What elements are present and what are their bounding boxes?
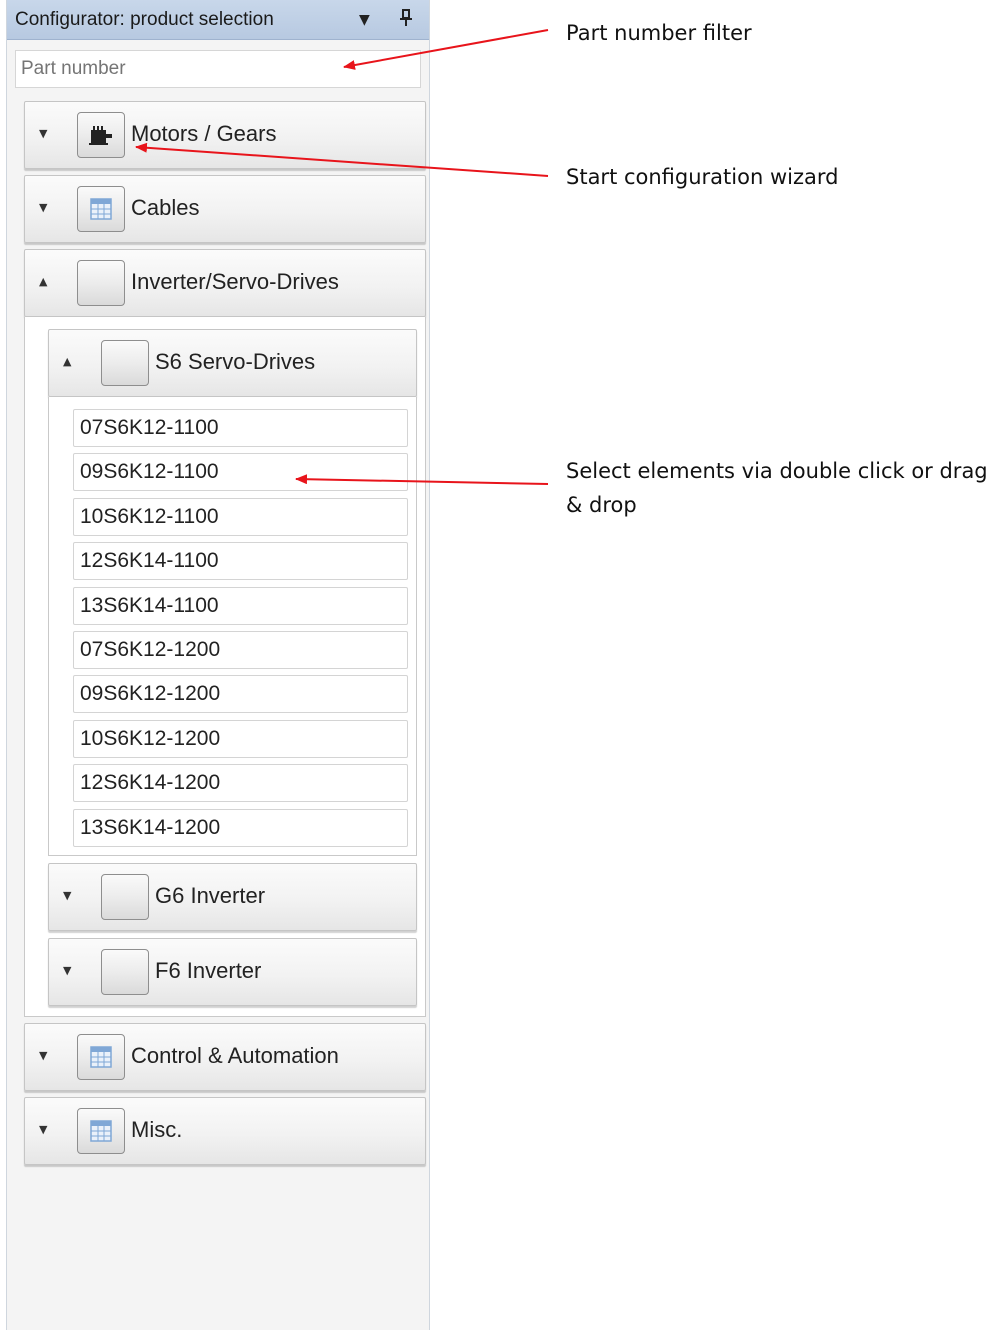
group-header-cables[interactable]: ▼ Cables (24, 175, 426, 243)
start-wizard-button[interactable] (77, 112, 125, 158)
expand-arrow-icon[interactable]: ▼ (63, 965, 71, 976)
subgroup-label: S6 Servo-Drives (155, 349, 316, 374)
part-item[interactable]: 13S6K14-1100 (73, 586, 408, 625)
part-item[interactable]: 12S6K14-1100 (73, 542, 408, 581)
subgroup-label: G6 Inverter (155, 882, 266, 908)
subgroup-header-s6-servo-drives[interactable]: ▲ S6 Servo-Drives (48, 329, 417, 397)
start-wizard-button[interactable] (77, 1033, 125, 1080)
panel-title: Configurator: product selection (15, 9, 274, 30)
dropdown-arrow-icon[interactable]: ▼ (359, 13, 370, 27)
subgroup-label: F6 Inverter (155, 957, 262, 983)
start-wizard-button[interactable] (101, 340, 149, 386)
expand-arrow-icon[interactable]: ▼ (39, 1050, 47, 1061)
start-wizard-button[interactable] (77, 1107, 125, 1154)
group-body-inverter-servo-drives: ▲ S6 Servo-Drives 07S6K12-1100 09S6K12-1… (24, 317, 426, 1017)
group-control-automation: ▼ Control & Automation (24, 1022, 426, 1091)
subgroup-f6-inverter: ▼ F6 Inverter (48, 937, 417, 1006)
group-misc: ▼ Misc. (24, 1096, 426, 1165)
start-wizard-button[interactable] (101, 873, 149, 920)
collapse-arrow-icon[interactable]: ▲ (39, 276, 47, 287)
group-label: Inverter/Servo-Drives (131, 269, 339, 294)
group-label: Control & Automation (131, 1042, 339, 1068)
group-cables: ▼ Cables (24, 175, 426, 243)
product-tree: ▼ Motors / Gears ▼ Cables ▲ Inverter/Ser… (24, 101, 426, 1171)
group-label: Motors / Gears (131, 121, 277, 146)
expand-arrow-icon[interactable]: ▼ (39, 202, 47, 213)
part-item[interactable]: 10S6K12-1200 (73, 719, 408, 758)
start-wizard-button[interactable] (101, 948, 149, 995)
table-icon (90, 1119, 112, 1142)
group-header-misc[interactable]: ▼ Misc. (24, 1096, 426, 1165)
expand-arrow-icon[interactable]: ▼ (39, 1124, 47, 1135)
part-item[interactable]: 13S6K14-1200 (73, 808, 408, 847)
table-icon (90, 1045, 112, 1068)
annotation-part-number-filter: Part number filter (566, 21, 752, 45)
expand-arrow-icon[interactable]: ▼ (63, 890, 71, 901)
pin-icon[interactable] (399, 9, 413, 31)
collapse-arrow-icon[interactable]: ▲ (63, 356, 71, 367)
part-item[interactable]: 09S6K12-1100 (73, 453, 408, 492)
start-wizard-button[interactable] (77, 186, 125, 232)
group-motors-gears: ▼ Motors / Gears (24, 101, 426, 169)
expand-arrow-icon[interactable]: ▼ (39, 128, 47, 139)
subgroup-header-g6-inverter[interactable]: ▼ G6 Inverter (48, 862, 417, 931)
part-list: 07S6K12-1100 09S6K12-1100 10S6K12-1100 1… (48, 397, 417, 856)
subgroup-s6-servo-drives: ▲ S6 Servo-Drives 07S6K12-1100 09S6K12-1… (48, 329, 417, 856)
panel-title-bar: Configurator: product selection ▼ (7, 0, 429, 40)
group-label: Misc. (131, 1116, 183, 1142)
group-header-inverter-servo-drives[interactable]: ▲ Inverter/Servo-Drives (24, 249, 426, 317)
product-selection-panel: Configurator: product selection ▼ ▼ (6, 0, 430, 1330)
part-item[interactable]: 09S6K12-1200 (73, 675, 408, 714)
group-inverter-servo-drives: ▲ Inverter/Servo-Drives ▲ S6 Servo-Drive… (24, 249, 426, 1017)
part-number-filter-input[interactable] (15, 50, 421, 88)
group-header-control-automation[interactable]: ▼ Control & Automation (24, 1022, 426, 1091)
part-item[interactable]: 10S6K12-1100 (73, 497, 408, 536)
annotation-start-wizard: Start configuration wizard (566, 165, 839, 189)
part-item[interactable]: 07S6K12-1100 (73, 409, 408, 447)
group-header-motors-gears[interactable]: ▼ Motors / Gears (24, 101, 426, 169)
subgroup-header-f6-inverter[interactable]: ▼ F6 Inverter (48, 937, 417, 1006)
subgroup-g6-inverter: ▼ G6 Inverter (48, 862, 417, 931)
part-item[interactable]: 12S6K14-1200 (73, 764, 408, 803)
motor-icon (89, 126, 112, 145)
group-label: Cables (131, 195, 200, 220)
start-wizard-button[interactable] (77, 260, 125, 306)
part-item[interactable]: 07S6K12-1200 (73, 630, 408, 669)
annotation-select-elements: Select elements via double click or drag… (566, 459, 988, 517)
table-icon (90, 198, 112, 220)
